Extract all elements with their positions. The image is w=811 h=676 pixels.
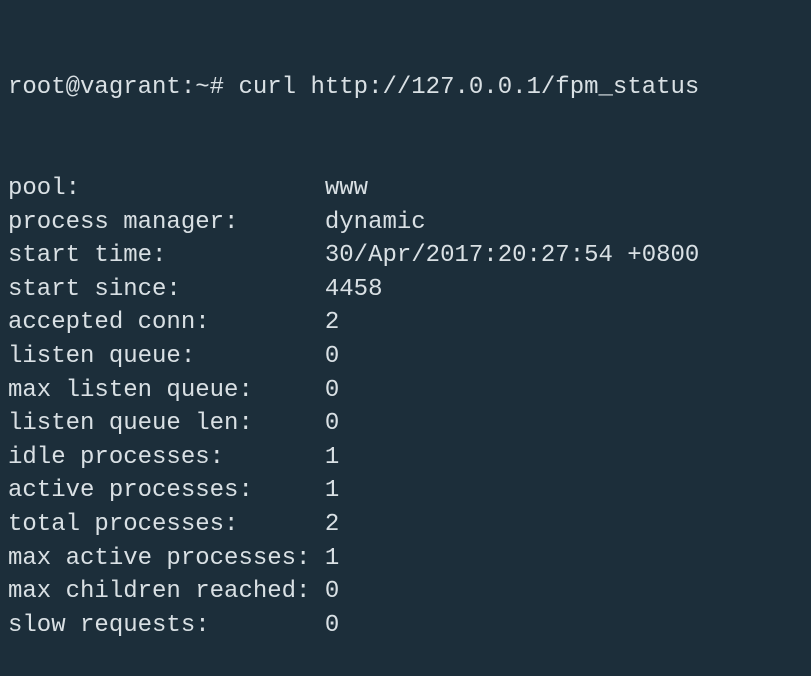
status-row: start time: 30/Apr/2017:20:27:54 +0800 xyxy=(8,239,803,273)
prompt-user-host: root@vagrant xyxy=(8,71,181,105)
status-row: active processes: 1 xyxy=(8,474,803,508)
prompt-path: ~ xyxy=(195,71,209,105)
status-row: idle processes: 1 xyxy=(8,441,803,475)
status-label: active processes: xyxy=(8,474,325,508)
status-label: process manager: xyxy=(8,206,325,240)
status-label: max active processes: xyxy=(8,542,325,576)
status-row: process manager: dynamic xyxy=(8,206,803,240)
status-value: 1 xyxy=(325,474,339,508)
status-value: dynamic xyxy=(325,206,426,240)
status-label: start since: xyxy=(8,273,325,307)
status-value: 0 xyxy=(325,374,339,408)
status-value: 0 xyxy=(325,609,339,643)
status-value: 1 xyxy=(325,542,339,576)
terminal-output[interactable]: root@vagrant:~# curl http://127.0.0.1/fp… xyxy=(8,4,803,676)
status-value: 4458 xyxy=(325,273,383,307)
status-label: listen queue: xyxy=(8,340,325,374)
status-value: 1 xyxy=(325,441,339,475)
status-row: listen queue len: 0 xyxy=(8,407,803,441)
status-row: max active processes: 1 xyxy=(8,542,803,576)
status-value: www xyxy=(325,172,368,206)
fpm-status-output: pool: wwwprocess manager: dynamicstart t… xyxy=(8,172,803,642)
status-row: total processes: 2 xyxy=(8,508,803,542)
status-row: slow requests: 0 xyxy=(8,609,803,643)
status-label: accepted conn: xyxy=(8,306,325,340)
status-row: max listen queue: 0 xyxy=(8,374,803,408)
status-label: max listen queue: xyxy=(8,374,325,408)
prompt-symbol: # xyxy=(210,71,224,105)
command-prompt-line: root@vagrant:~# curl http://127.0.0.1/fp… xyxy=(8,71,803,105)
prompt-colon: : xyxy=(181,71,195,105)
status-value: 2 xyxy=(325,306,339,340)
status-row: start since: 4458 xyxy=(8,273,803,307)
status-value: 0 xyxy=(325,340,339,374)
status-label: pool: xyxy=(8,172,325,206)
status-label: start time: xyxy=(8,239,325,273)
status-label: max children reached: xyxy=(8,575,325,609)
status-label: slow requests: xyxy=(8,609,325,643)
status-row: accepted conn: 2 xyxy=(8,306,803,340)
status-row: pool: www xyxy=(8,172,803,206)
status-value: 0 xyxy=(325,575,339,609)
status-label: total processes: xyxy=(8,508,325,542)
command-text: curl http://127.0.0.1/fpm_status xyxy=(238,71,699,105)
status-row: max children reached: 0 xyxy=(8,575,803,609)
status-label: idle processes: xyxy=(8,441,325,475)
status-value: 2 xyxy=(325,508,339,542)
status-value: 0 xyxy=(325,407,339,441)
status-label: listen queue len: xyxy=(8,407,325,441)
status-row: listen queue: 0 xyxy=(8,340,803,374)
prompt-space xyxy=(224,71,238,105)
status-value: 30/Apr/2017:20:27:54 +0800 xyxy=(325,239,699,273)
